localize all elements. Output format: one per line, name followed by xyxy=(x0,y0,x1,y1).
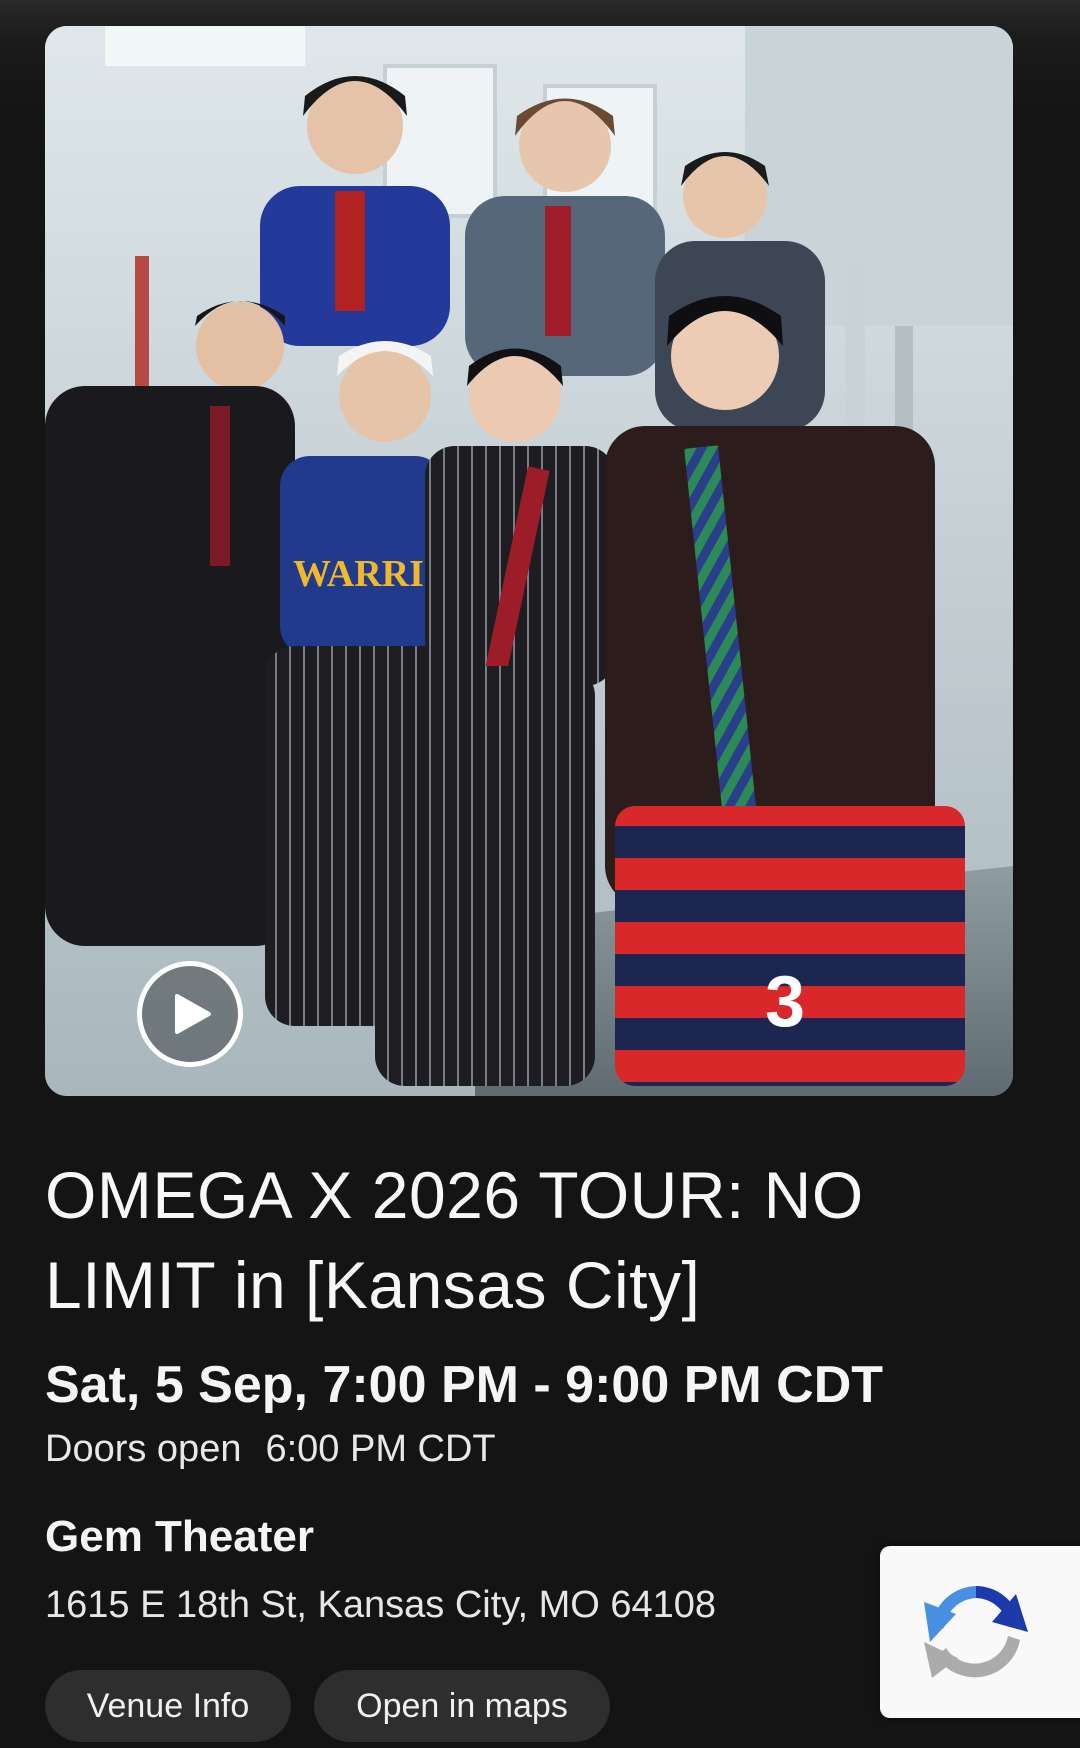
venue-address: 1615 E 18th St, Kansas City, MO 64108 xyxy=(45,1584,717,1626)
shorts-number: 3 xyxy=(765,962,805,1042)
play-icon xyxy=(175,994,211,1034)
group-photo-illustration: WARRIORS 3 xyxy=(45,26,1013,1096)
event-page: WARRIORS 3 OMEGA X 2026 TOUR: NO LIMIT i… xyxy=(0,0,1080,1748)
doors-open-row: Doors open 6:00 PM CDT xyxy=(45,1428,496,1471)
event-title: OMEGA X 2026 TOUR: NO LIMIT in [Kansas C… xyxy=(45,1158,864,1322)
open-in-maps-button[interactable]: Open in maps xyxy=(314,1670,610,1742)
doors-open-time: 6:00 PM CDT xyxy=(265,1428,496,1470)
event-hero-image[interactable]: WARRIORS 3 xyxy=(45,26,1013,1096)
play-video-button[interactable] xyxy=(137,961,243,1067)
venue-info-button[interactable]: Venue Info xyxy=(45,1670,291,1742)
venue-name: Gem Theater xyxy=(45,1512,314,1561)
event-datetime: Sat, 5 Sep, 7:00 PM - 9:00 PM CDT xyxy=(45,1356,884,1414)
recaptcha-icon xyxy=(924,1586,1028,1678)
recaptcha-badge[interactable] xyxy=(880,1546,1080,1718)
doors-open-label: Doors open xyxy=(45,1428,242,1470)
